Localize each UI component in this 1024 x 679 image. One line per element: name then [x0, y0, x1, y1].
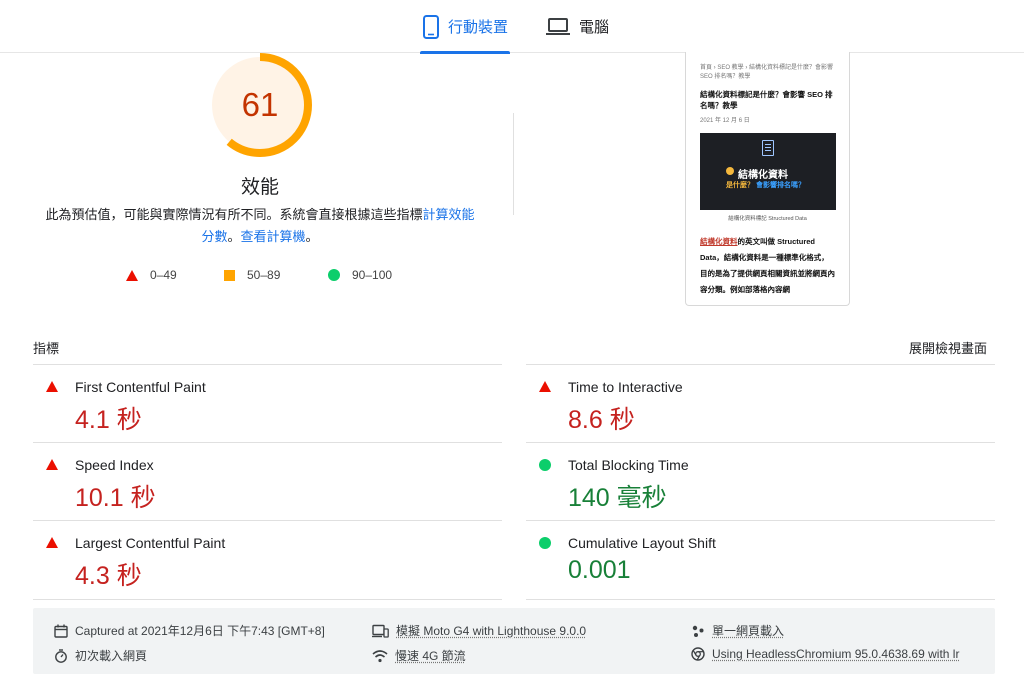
- legend-bad: 0–49: [126, 266, 177, 284]
- thumb-hero-image: 結構化資料 是什麼？ 會影響排名嗎？: [700, 133, 836, 210]
- chrome-icon: [691, 647, 705, 661]
- metric-speed-index: Speed Index 10.1 秒: [33, 443, 503, 521]
- thumb-paragraph: 結構化資料的英文叫做 Structured Data，結構化資料是一種標準化格式…: [700, 234, 835, 298]
- thumb-article-date: 2021 年 12 月 6 日: [700, 118, 750, 124]
- performance-title: 效能: [240, 177, 279, 198]
- metric-name: Speed Index: [75, 457, 154, 473]
- tab-mobile[interactable]: 行動裝置: [418, 0, 512, 54]
- metric-indicator-icon: [46, 459, 58, 470]
- metric-total-blocking-time: Total Blocking Time 140 毫秒: [526, 443, 996, 521]
- calculator-link[interactable]: 查看計算機: [241, 229, 306, 244]
- browser-info-text: Using HeadlessChromium 95.0.4638.69 with…: [712, 647, 960, 661]
- metric-value: 0.001: [568, 556, 631, 584]
- performance-description: 此為預估值，可能與實際情況有所不同。系統會直接根據這些指標計算效能分數。查看計算…: [40, 204, 480, 248]
- thumb-hero-subtitle: 是什麼？ 會影響排名嗎？: [726, 180, 805, 190]
- metric-name: Cumulative Layout Shift: [568, 535, 716, 551]
- metric-largest-contentful-paint: Largest Contentful Paint 4.3 秒: [33, 521, 503, 599]
- description-end: 。: [305, 229, 319, 244]
- thumb-breadcrumb: 首頁 › SEO 教學 › 結構化資料標記是什麼？會影響 SEO 排名嗎？教學: [700, 65, 834, 80]
- nodes-icon: [692, 625, 704, 637]
- metric-value: 140 毫秒: [568, 484, 667, 512]
- legend-average-label: 50–89: [247, 268, 281, 282]
- thumb-article-title: 結構化資料標記是什麼？會影響 SEO 排名嗎？教學: [700, 90, 833, 110]
- thumb-caption: 結構化資料標記 Structured Data: [728, 216, 807, 222]
- legend-good: 90–100: [328, 266, 392, 284]
- metric-first-contentful-paint: First Contentful Paint 4.1 秒: [33, 365, 503, 443]
- emulated-device[interactable]: 模擬 Moto G4 with Lighthouse 9.0.0: [372, 622, 586, 639]
- performance-score: 61: [241, 86, 279, 123]
- metric-value: 4.1 秒: [75, 406, 142, 434]
- session-type-text: 單一網頁載入: [712, 624, 785, 638]
- red-triangle-icon: [126, 269, 138, 281]
- metric-name: Total Blocking Time: [568, 457, 689, 473]
- calendar-icon: [54, 624, 68, 638]
- gear-icon: [726, 167, 734, 175]
- session-type[interactable]: 單一網頁載入: [691, 622, 784, 639]
- legend-bad-label: 0–49: [150, 268, 177, 282]
- expand-view-toggle[interactable]: 展開檢視畫面: [909, 338, 987, 357]
- network-throttling-text: 慢速 4G 節流: [395, 649, 466, 663]
- tab-mobile-label: 行動裝置: [447, 19, 508, 36]
- device-tabbar: 行動裝置 電腦: [0, 0, 1024, 54]
- page-screenshot-thumbnail[interactable]: 首頁 › SEO 教學 › 結構化資料標記是什麼？會影響 SEO 排名嗎？教學 …: [685, 52, 850, 306]
- metric-value: 8.6 秒: [568, 406, 635, 434]
- metric-indicator-icon: [46, 381, 58, 392]
- thumb-hero-title: 結構化資料: [738, 170, 788, 181]
- description-text: 此為預估值，可能與實際情況有所不同。系統會直接根據這些指標: [45, 207, 423, 222]
- metric-name: Largest Contentful Paint: [75, 535, 226, 551]
- orange-square-icon: [224, 269, 235, 281]
- metric-indicator-icon: [539, 381, 551, 392]
- timer-icon: [55, 648, 67, 663]
- load-type-text: 初次載入網頁: [75, 649, 148, 663]
- metric-name: First Contentful Paint: [75, 379, 206, 395]
- document-icon: [762, 140, 774, 156]
- metric-value: 4.3 秒: [75, 562, 142, 590]
- metric-time-to-interactive: Time to Interactive 8.6 秒: [526, 365, 996, 443]
- captured-at: Captured at 2021年12月6日 下午7:43 [GMT+8]: [54, 622, 325, 639]
- metric-indicator-icon: [539, 537, 551, 549]
- metric-name: Time to Interactive: [568, 379, 683, 395]
- green-circle-icon: [328, 269, 340, 281]
- description-separator: 。: [227, 229, 241, 244]
- network-throttling[interactable]: 慢速 4G 節流: [372, 647, 466, 664]
- browser-info[interactable]: Using HeadlessChromium 95.0.4638.69 with…: [691, 647, 959, 661]
- run-info-footer: Captured at 2021年12月6日 下午7:43 [GMT+8] 模擬…: [33, 608, 995, 674]
- section-divider: [513, 113, 514, 215]
- tab-desktop[interactable]: 電腦: [545, 0, 609, 53]
- metric-value: 10.1 秒: [75, 484, 156, 512]
- emulated-device-text: 模擬 Moto G4 with Lighthouse 9.0.0: [396, 624, 587, 638]
- devices-icon: [372, 624, 389, 638]
- smartphone-icon: [422, 14, 439, 39]
- captured-at-text: Captured at 2021年12月6日 下午7:43 [GMT+8]: [75, 624, 325, 638]
- metrics-divider: [526, 599, 995, 600]
- hero-sub-b: 會影響排名嗎？: [755, 182, 805, 189]
- performance-gauge[interactable]: 61: [207, 52, 313, 158]
- metrics-title: 指標: [33, 341, 60, 356]
- signal-icon: [372, 649, 388, 662]
- metric-indicator-icon: [46, 537, 58, 548]
- metrics-divider: [33, 599, 502, 600]
- hero-sub-a: 是什麼？: [726, 182, 754, 189]
- tab-desktop-label: 電腦: [579, 19, 610, 36]
- load-type: 初次載入網頁: [54, 647, 147, 664]
- legend-average: 50–89: [224, 266, 280, 284]
- legend-good-label: 90–100: [352, 268, 393, 282]
- metric-cumulative-layout-shift: Cumulative Layout Shift 0.001: [526, 521, 996, 599]
- thumb-para-highlight: 結構化資料: [700, 237, 738, 246]
- laptop-icon: [546, 17, 570, 35]
- metric-indicator-icon: [539, 459, 551, 471]
